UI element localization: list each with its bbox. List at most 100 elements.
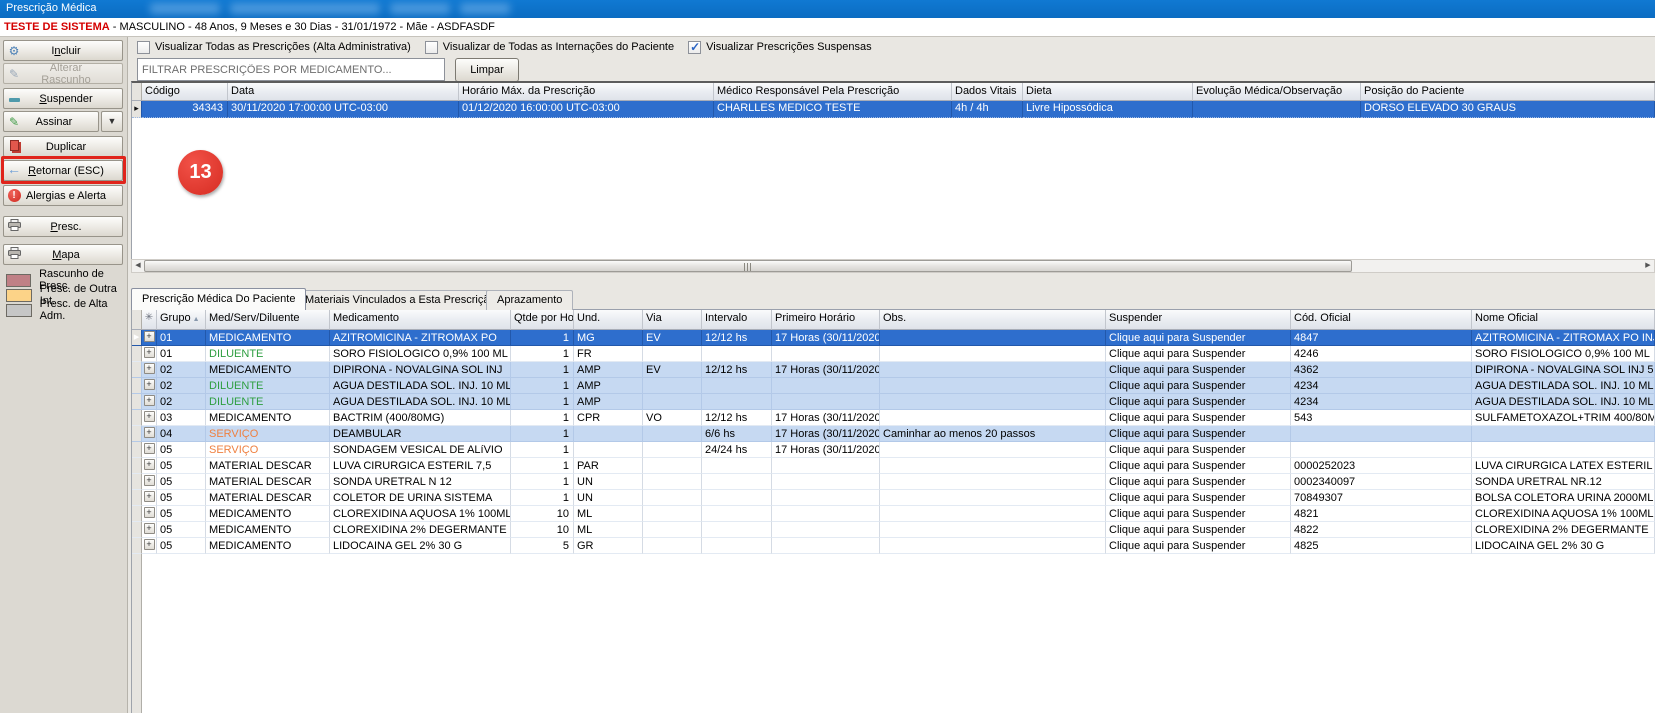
suspend-link[interactable]: Clique aqui para Suspender <box>1106 522 1291 538</box>
suspend-link[interactable]: Clique aqui para Suspender <box>1106 538 1291 554</box>
column-header[interactable]: Médico Responsável Pela Prescrição <box>714 83 952 101</box>
expand-plus-icon[interactable]: + <box>144 395 155 406</box>
alterar-rascunho-button[interactable]: ✎Alterar Rascunho <box>3 63 123 84</box>
grid-cell-type: DILUENTE <box>206 394 330 410</box>
column-header[interactable]: Primeiro Horário <box>772 310 880 330</box>
suspend-link[interactable]: Clique aqui para Suspender <box>1106 378 1291 394</box>
expand-plus-icon[interactable]: + <box>144 427 155 438</box>
grid-cell-primeiro: 17 Horas (30/11/2020) <box>772 426 880 442</box>
expand-plus-icon[interactable]: + <box>144 411 155 422</box>
suspend-link[interactable]: Clique aqui para Suspender <box>1106 426 1291 442</box>
duplicar-button[interactable]: Duplicar <box>3 136 123 157</box>
tab-prescricao-medica[interactable]: Prescrição Médica Do Paciente <box>131 288 306 310</box>
column-header[interactable]: Cód. Oficial <box>1291 310 1472 330</box>
grid-cell-medicamento: COLETOR DE URINA SISTEMA <box>330 490 511 506</box>
table-row[interactable]: +05MATERIAL DESCARCOLETOR DE URINA SISTE… <box>132 490 1655 506</box>
expand-plus-icon[interactable]: + <box>144 459 155 470</box>
table-row[interactable]: +05MEDICAMENTOCLOREXIDINA 2% DEGERMANTE1… <box>132 522 1655 538</box>
table-row[interactable]: +05MEDICAMENTOLIDOCAINA GEL 2% 30 G5GRCl… <box>132 538 1655 554</box>
suspend-link[interactable]: Clique aqui para Suspender <box>1106 410 1291 426</box>
expand-plus-icon[interactable]: + <box>144 539 155 550</box>
check-icon[interactable] <box>688 41 701 54</box>
retornar-button[interactable]: ←Retornar (ESC) <box>3 160 123 181</box>
table-row[interactable]: ▸+01MEDICAMENTOAZITROMICINA - ZITROMAX P… <box>132 330 1655 346</box>
column-header[interactable]: Dados Vitais <box>952 83 1023 101</box>
column-header[interactable]: Horário Máx. da Prescrição <box>459 83 714 101</box>
grid-cell-group: 05 <box>157 490 206 506</box>
expand-plus-icon[interactable]: + <box>144 491 155 502</box>
scrollbar-thumb[interactable] <box>144 260 1352 272</box>
column-header[interactable]: Intervalo <box>702 310 772 330</box>
grid-cell-cod: 4825 <box>1291 538 1472 554</box>
column-header[interactable]: Med/Serv/Diluente <box>206 310 330 330</box>
suspend-link[interactable]: Clique aqui para Suspender <box>1106 346 1291 362</box>
suspend-link[interactable]: Clique aqui para Suspender <box>1106 474 1291 490</box>
table-row[interactable]: +05MEDICAMENTOCLOREXIDINA AQUOSA 1% 100M… <box>132 506 1655 522</box>
expand-plus-icon[interactable]: + <box>144 347 155 358</box>
grid-cell-medicamento: SONDAGEM VESICAL DE ALíVIO <box>330 442 511 458</box>
assinar-button[interactable]: ✎Assinar <box>3 111 99 132</box>
suspend-link[interactable]: Clique aqui para Suspender <box>1106 490 1291 506</box>
assinar-dropdown-button[interactable]: ▼ <box>101 111 123 132</box>
table-row[interactable]: +04SERVIÇODEAMBULAR16/6 hs17 Horas (30/1… <box>132 426 1655 442</box>
column-header[interactable]: Código <box>142 83 228 101</box>
table-row[interactable]: +05SERVIÇOSONDAGEM VESICAL DE ALíVIO124/… <box>132 442 1655 458</box>
suspend-link[interactable]: Clique aqui para Suspender <box>1106 506 1291 522</box>
column-header[interactable]: Dieta <box>1023 83 1193 101</box>
incluir-button[interactable]: ⚙Incluir <box>3 40 123 61</box>
suspend-link[interactable]: Clique aqui para Suspender <box>1106 442 1291 458</box>
scroll-right-icon[interactable]: ▶ <box>1642 260 1654 272</box>
grid-cell-intervalo <box>702 474 772 490</box>
grid-cell-qtde: 1 <box>511 474 574 490</box>
expand-plus-icon[interactable]: + <box>144 379 155 390</box>
column-header[interactable]: Posição do Paciente <box>1361 83 1655 101</box>
prescription-row-selected[interactable]: ▸ 34343 30/11/2020 17:00:00 UTC-03:00 01… <box>132 101 1655 118</box>
suspend-link[interactable]: Clique aqui para Suspender <box>1106 362 1291 378</box>
expand-plus-icon[interactable]: + <box>144 523 155 534</box>
suspend-link[interactable]: Clique aqui para Suspender <box>1106 394 1291 410</box>
column-header[interactable]: Obs. <box>880 310 1106 330</box>
horizontal-scrollbar[interactable]: ◀ ▶ <box>131 259 1655 273</box>
column-header[interactable]: Medicamento <box>330 310 511 330</box>
medication-filter-input[interactable] <box>137 58 445 81</box>
alergias-alerta-button[interactable]: !Alergias e Alerta <box>3 185 123 206</box>
table-row[interactable]: +02MEDICAMENTODIPIRONA - NOVALGINA SOL I… <box>132 362 1655 378</box>
column-header[interactable]: Und. <box>574 310 643 330</box>
tab-materiais-vinculados[interactable]: Materiais Vinculados a Esta Prescrição <box>294 290 507 310</box>
column-header[interactable]: Evolução Médica/Observação <box>1193 83 1361 101</box>
expand-plus-icon[interactable]: + <box>144 443 155 454</box>
checkbox-todas-internacoes[interactable]: Visualizar de Todas as Internações do Pa… <box>425 41 674 54</box>
printer-icon <box>4 219 24 234</box>
column-header[interactable]: Suspender <box>1106 310 1291 330</box>
expand-plus-icon[interactable]: + <box>144 331 155 342</box>
expand-plus-icon[interactable]: + <box>144 363 155 374</box>
expand-plus-icon[interactable]: + <box>144 507 155 518</box>
tab-aprazamento[interactable]: Aprazamento <box>486 290 573 310</box>
table-row[interactable]: +05MATERIAL DESCARSONDA URETRAL N 121UNC… <box>132 474 1655 490</box>
checkbox-icon[interactable] <box>137 41 150 54</box>
limpar-button[interactable]: Limpar <box>455 58 519 82</box>
column-header[interactable]: Data <box>228 83 459 101</box>
expand-cell: + <box>142 426 157 442</box>
checkbox-icon[interactable] <box>425 41 438 54</box>
scroll-left-icon[interactable]: ◀ <box>132 260 144 272</box>
column-header-grupo[interactable]: Grupo▲ <box>157 310 206 330</box>
table-row[interactable]: +05MATERIAL DESCARLUVA CIRURGICA ESTERIL… <box>132 458 1655 474</box>
column-header[interactable]: Qtde por Hora <box>511 310 574 330</box>
presc-print-button[interactable]: Presc. <box>3 216 123 237</box>
suspend-link[interactable]: Clique aqui para Suspender <box>1106 458 1291 474</box>
table-row[interactable]: +02DILUENTEAGUA DESTILADA SOL. INJ. 10 M… <box>132 394 1655 410</box>
checkbox-prescricoes-suspensas[interactable]: Visualizar Prescrições Suspensas <box>688 41 871 54</box>
mapa-print-button[interactable]: Mapa <box>3 244 123 265</box>
grid-cell-type: MATERIAL DESCAR <box>206 474 330 490</box>
table-row[interactable]: +03MEDICAMENTOBACTRIM (400/80MG)1CPRVO12… <box>132 410 1655 426</box>
expand-plus-icon[interactable]: + <box>144 475 155 486</box>
column-header[interactable]: Nome Oficial <box>1472 310 1655 330</box>
grid-cell-medicamento: DIPIRONA - NOVALGINA SOL INJ <box>330 362 511 378</box>
suspend-link[interactable]: Clique aqui para Suspender <box>1106 330 1291 346</box>
table-row[interactable]: +01DILUENTESORO FISIOLOGICO 0,9% 100 ML1… <box>132 346 1655 362</box>
suspender-button[interactable]: Suspender <box>3 88 123 109</box>
column-header[interactable]: Via <box>643 310 702 330</box>
table-row[interactable]: +02DILUENTEAGUA DESTILADA SOL. INJ. 10 M… <box>132 378 1655 394</box>
checkbox-todas-prescricoes[interactable]: Visualizar Todas as Prescrições (Alta Ad… <box>137 41 411 54</box>
